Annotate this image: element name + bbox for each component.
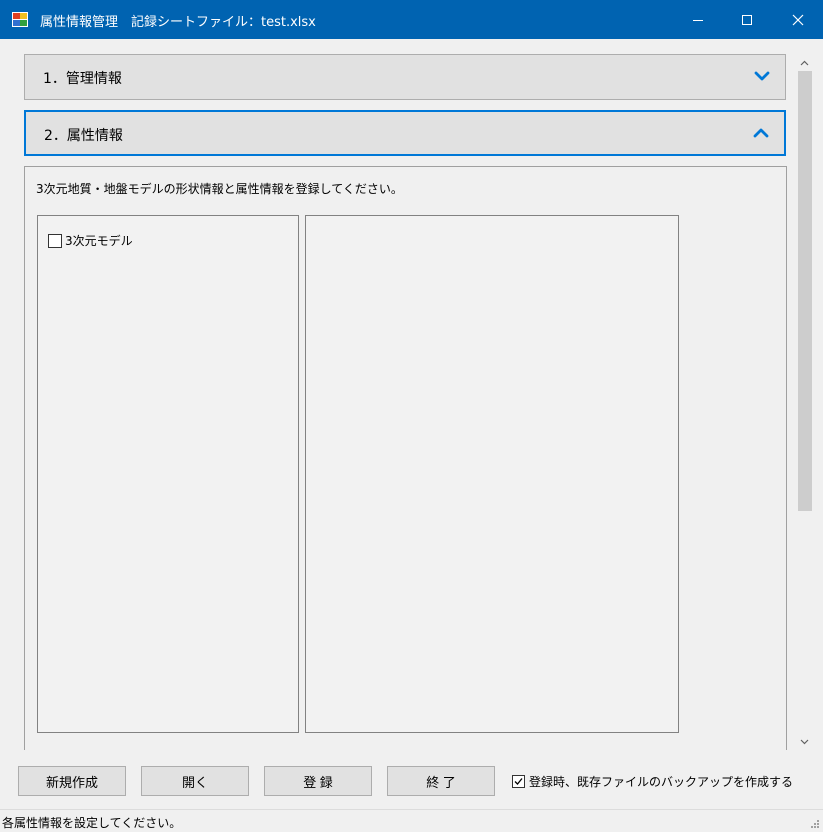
section-management-info[interactable]: 1．管理情報 — [24, 54, 786, 100]
tree-node-label[interactable]: 3次元モデル — [65, 232, 133, 249]
new-button[interactable]: 新規作成 — [18, 766, 126, 796]
scroll-down-icon — [800, 739, 809, 744]
model-tree-view[interactable]: 3次元モデル — [37, 215, 299, 733]
tree-node-3d-model[interactable]: 3次元モデル — [48, 232, 133, 249]
section-label: 2．属性情報 — [44, 128, 123, 144]
open-button[interactable]: 開く — [141, 766, 249, 796]
scroll-up-icon — [800, 60, 809, 65]
attribute-detail-pane[interactable] — [305, 215, 679, 733]
close-button[interactable] — [775, 0, 821, 39]
backup-option[interactable]: 登録時、既存ファイルのバックアップを作成する — [512, 773, 793, 790]
resize-grip-icon[interactable] — [808, 817, 820, 829]
title-bar[interactable]: 属性情報管理 記録シートファイル：test.xlsx — [0, 0, 823, 39]
scroll-thumb[interactable] — [798, 71, 812, 511]
app-icon — [12, 12, 28, 27]
backup-label[interactable]: 登録時、既存ファイルのバックアップを作成する — [529, 773, 793, 790]
scroll-up-button[interactable] — [796, 54, 813, 71]
tree-node-checkbox[interactable] — [48, 233, 62, 248]
close-icon — [792, 14, 804, 25]
exit-button[interactable]: 終 了 — [387, 766, 495, 796]
chevron-down-icon[interactable] — [753, 69, 771, 83]
instruction-text: 3次元地質・地盤モデルの形状情報と属性情報を登録してください。 — [36, 182, 403, 196]
minimize-icon — [693, 19, 703, 21]
section-attribute-info[interactable]: 2．属性情報 — [24, 110, 786, 156]
scroll-down-button[interactable] — [796, 733, 813, 750]
register-button[interactable]: 登 録 — [264, 766, 372, 796]
status-message: 各属性情報を設定してください。 — [2, 816, 182, 830]
status-bar: 各属性情報を設定してください。 — [0, 809, 823, 832]
backup-checkbox[interactable] — [512, 775, 525, 788]
maximize-icon — [742, 14, 752, 25]
chevron-up-icon[interactable] — [752, 126, 770, 140]
minimize-button[interactable] — [675, 0, 721, 39]
section-label: 1．管理情報 — [43, 71, 122, 87]
vertical-scrollbar[interactable] — [796, 54, 813, 750]
check-icon — [514, 778, 523, 785]
attribute-panel: 3次元地質・地盤モデルの形状情報と属性情報を登録してください。 3次元モデル — [24, 166, 787, 750]
window-title: 属性情報管理 記録シートファイル：test.xlsx — [40, 15, 316, 30]
maximize-button[interactable] — [724, 0, 770, 39]
